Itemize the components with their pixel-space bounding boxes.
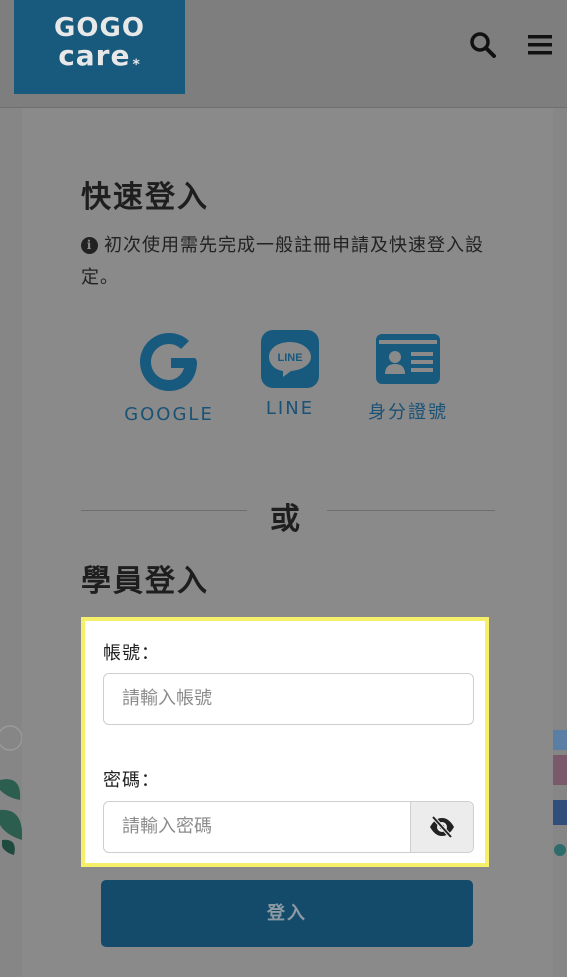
id-number-label: 身分證號 bbox=[368, 402, 448, 423]
notice-text: 初次使用需先完成一般註冊申請及快速登入設定。 bbox=[81, 235, 484, 288]
gogo-care-logo[interactable]: GOGO care * bbox=[14, 0, 185, 94]
toggle-password-visibility-button[interactable] bbox=[410, 802, 473, 852]
divider-left bbox=[81, 510, 247, 511]
logo-mark: * bbox=[132, 57, 141, 73]
password-label: 密碼： bbox=[103, 770, 160, 791]
line-login-option[interactable]: LINE LINE bbox=[258, 330, 322, 419]
id-number-login-option[interactable]: 身分證號 bbox=[364, 330, 452, 424]
login-button[interactable]: 登入 bbox=[101, 880, 473, 947]
line-label: LINE bbox=[265, 398, 315, 419]
google-login-option[interactable]: GOOGLE bbox=[124, 330, 214, 425]
divider-right bbox=[327, 510, 495, 511]
google-icon bbox=[140, 333, 197, 391]
logo-line2-text: care bbox=[58, 39, 131, 72]
site-header: GOGO care * bbox=[0, 0, 567, 108]
password-placeholder: 請輸入密碼 bbox=[122, 816, 212, 837]
quick-login-notice: i 初次使用需先完成一般註冊申請及快速登入設定。 bbox=[81, 230, 501, 294]
or-separator: 或 bbox=[270, 502, 300, 537]
hamburger-menu-icon[interactable] bbox=[525, 30, 555, 60]
account-input[interactable]: 請輸入帳號 bbox=[103, 673, 474, 725]
quick-login-title: 快速登入 bbox=[81, 180, 209, 215]
member-login-title: 學員登入 bbox=[81, 564, 209, 599]
google-label: GOOGLE bbox=[124, 404, 214, 425]
line-icon: LINE bbox=[261, 330, 319, 388]
login-form: 帳號： 請輸入帳號 密碼： 請輸入密碼 bbox=[81, 617, 489, 867]
decorative-illustration-right bbox=[553, 730, 567, 864]
id-card-icon bbox=[376, 334, 440, 384]
password-input[interactable]: 請輸入密碼 bbox=[103, 801, 474, 853]
decorative-plant-illustration bbox=[0, 720, 24, 864]
logo-line2: care * bbox=[14, 40, 185, 81]
line-icon-text: LINE bbox=[277, 352, 302, 364]
search-icon[interactable] bbox=[468, 30, 498, 60]
eye-slash-icon bbox=[430, 815, 454, 839]
info-circle-icon: i bbox=[81, 237, 98, 254]
account-label: 帳號： bbox=[103, 643, 160, 664]
